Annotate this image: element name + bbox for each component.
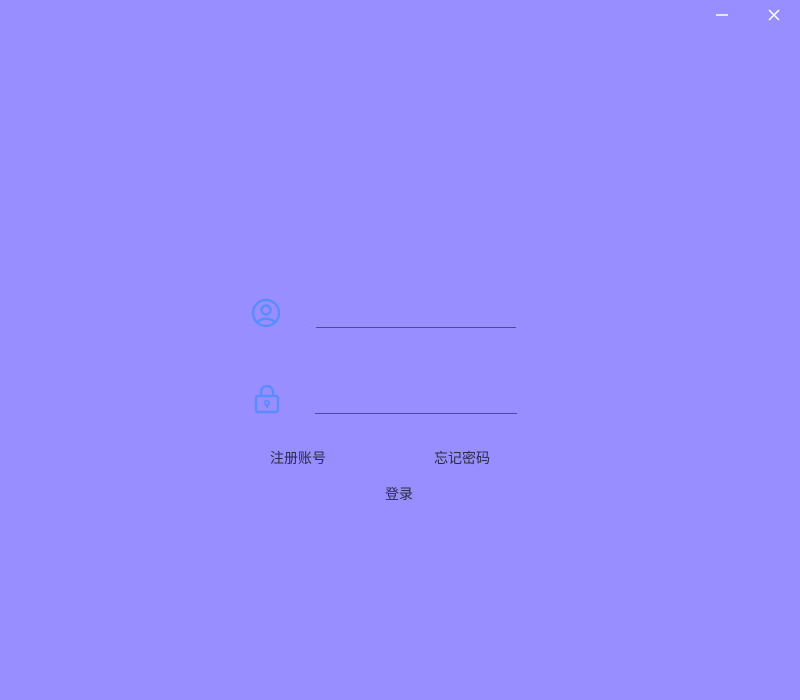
login-window: 注册账号 忘记密码 登录 <box>0 0 800 700</box>
close-icon <box>768 9 780 21</box>
username-input[interactable] <box>316 302 516 328</box>
login-button[interactable]: 登录 <box>385 484 413 504</box>
register-account-link[interactable]: 注册账号 <box>270 448 326 468</box>
forgot-password-link[interactable]: 忘记密码 <box>434 448 490 468</box>
lock-icon <box>254 384 280 414</box>
minimize-button[interactable] <box>696 0 748 30</box>
password-input[interactable] <box>315 388 517 414</box>
minimize-icon <box>716 14 728 16</box>
user-circle-icon <box>251 298 281 328</box>
window-controls <box>696 0 800 30</box>
close-button[interactable] <box>748 0 800 30</box>
